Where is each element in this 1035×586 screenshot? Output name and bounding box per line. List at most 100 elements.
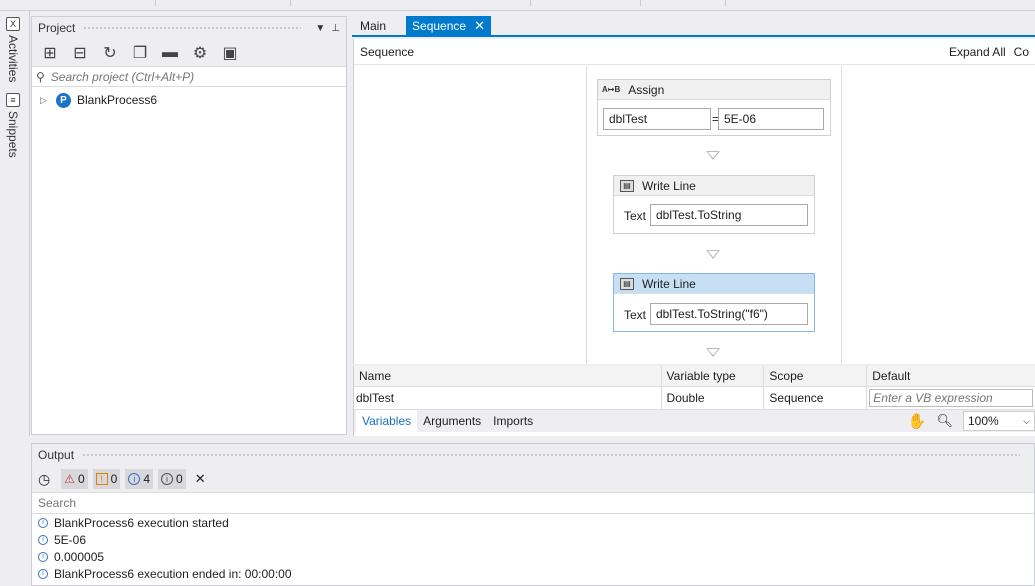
variables-tabbar: Variables Arguments Imports ✋ 🔍︎ 100% ⌵ (354, 410, 1035, 432)
output-panel-header: Output (32, 444, 1034, 466)
list-item[interactable]: i BlankProcess6 execution ended in: 00:0… (32, 565, 1034, 582)
expand-all-link[interactable]: Expand All (949, 45, 1006, 59)
writeline-header-2: ▤ Write Line (614, 274, 814, 294)
output-panel: Output ◷ ⚠ 0 ! 0 i 4 i 0 ✕ i BlankProces… (31, 443, 1035, 586)
pin-icon[interactable]: ⊥ (331, 23, 340, 34)
search-icon: ⚲ (36, 69, 45, 84)
collapse-all-link[interactable]: Co (1014, 45, 1029, 59)
table-row[interactable]: dblTest Double Sequence (354, 387, 1035, 410)
tab-imports[interactable]: Imports (487, 410, 539, 432)
warning-icon: ! (95, 473, 108, 485)
writeline-icon: ▤ (620, 277, 634, 290)
info-icon: i (38, 517, 48, 528)
list-item[interactable]: i BlankProcess6 execution started (32, 514, 1034, 531)
info-icon: i (38, 551, 48, 562)
activities-tab[interactable]: X Activities (6, 17, 20, 82)
designer-tabs: Main Sequence ✕ (352, 16, 1035, 37)
zoom-select[interactable]: 100% ⌵ (963, 411, 1035, 431)
variables-header-row: Name Variable type Scope Default (354, 366, 1035, 387)
output-search-input[interactable] (38, 496, 638, 510)
close-icon[interactable]: ✕ (474, 18, 485, 34)
col-header-default[interactable]: Default (867, 366, 1035, 386)
info-filter-button[interactable]: i 4 (125, 469, 154, 489)
clear-icon[interactable]: ✕ (195, 471, 206, 487)
col-header-type[interactable]: Variable type (662, 366, 765, 386)
refresh-icon[interactable]: ↻ (100, 43, 120, 63)
output-search (32, 492, 1034, 514)
project-panel: Project ▼ ⊥ ⊞ ⊟ ↻ ❐ ▬ ⚙ ▣ ⚲ ▷ P BlankPro… (31, 16, 347, 435)
chevron-down-icon: ⌵ (1023, 415, 1030, 426)
writeline-activity-2[interactable]: ▤ Write Line Text dblTest.ToString("f6") (613, 273, 815, 332)
output-title: Output (38, 448, 75, 462)
tree-item-label: BlankProcess6 (77, 93, 158, 107)
project-title: Project (38, 21, 76, 35)
top-strip (0, 0, 1035, 11)
zoom-icon[interactable]: 🔍︎ (936, 413, 953, 429)
panel-grip[interactable] (82, 452, 1020, 458)
col-header-scope[interactable]: Scope (764, 366, 868, 386)
list-item[interactable]: i 0.000005 (32, 548, 1034, 565)
project-search-input[interactable] (50, 69, 311, 84)
info-icon: i (38, 534, 48, 545)
error-icon: ⚠ (64, 472, 75, 486)
output-toolbar: ◷ ⚠ 0 ! 0 i 4 i 0 ✕ (32, 466, 1034, 492)
var-type-cell[interactable]: Double (662, 387, 765, 409)
panel-grip[interactable] (83, 25, 302, 31)
text-label: Text (624, 209, 647, 223)
var-default-cell (867, 387, 1035, 409)
trace-icon: i (161, 473, 174, 485)
drop-arrow-icon (706, 348, 720, 357)
writeline-text-field-2[interactable]: dblTest.ToString("f6") (650, 303, 808, 325)
assign-activity[interactable]: A↦B Assign dblTest = 5E-06 (597, 79, 831, 136)
screen-icon[interactable]: ▣ (220, 43, 240, 63)
assign-header: A↦B Assign (598, 80, 830, 100)
activities-icon: X (6, 17, 20, 31)
variables-panel: Name Variable type Scope Default dblTest… (353, 366, 1035, 436)
assign-value-field[interactable]: 5E-06 (718, 108, 824, 130)
assign-icon: A↦B (602, 85, 621, 94)
info-icon: i (128, 473, 141, 485)
tab-sequence[interactable]: Sequence ✕ (406, 16, 491, 35)
writeline-text-field-1[interactable]: dblTest.ToString (650, 204, 808, 226)
list-item[interactable]: i 5E-06 (32, 531, 1034, 548)
tab-arguments[interactable]: Arguments (417, 410, 487, 432)
gear-icon[interactable]: ⚙ (190, 43, 210, 63)
process-icon: P (56, 92, 71, 108)
var-name-cell[interactable]: dblTest (354, 387, 662, 409)
trace-filter-button[interactable]: i 0 (158, 469, 186, 489)
copy-icon[interactable]: ❐ (130, 43, 150, 63)
drop-arrow-icon (706, 250, 720, 259)
assign-to-field[interactable]: dblTest (603, 108, 711, 130)
project-toolbar: ⊞ ⊟ ↻ ❐ ▬ ⚙ ▣ (32, 39, 346, 67)
text-label: Text (624, 308, 647, 322)
tree-item-root[interactable]: ▷ P BlankProcess6 (32, 89, 346, 111)
sequence-canvas: A↦B Assign dblTest = 5E-06 ▤ Write Line … (586, 66, 842, 364)
drop-arrow-icon (706, 151, 720, 160)
collapse-all-icon[interactable]: ⊟ (70, 43, 90, 63)
side-strip: X Activities ≡ Snippets (0, 11, 30, 436)
project-panel-header: Project ▼ ⊥ (32, 17, 346, 39)
snippets-tab[interactable]: ≡ Snippets (6, 93, 20, 158)
warnings-filter-button[interactable]: ! 0 (92, 469, 121, 489)
errors-filter-button[interactable]: ⚠ 0 (61, 469, 88, 489)
project-search: ⚲ (32, 67, 346, 87)
tab-variables[interactable]: Variables (356, 410, 418, 432)
var-scope-cell[interactable]: Sequence (764, 387, 868, 409)
clock-icon[interactable]: ◷ (38, 471, 50, 488)
breadcrumb-item[interactable]: Sequence (360, 45, 414, 59)
snippets-icon: ≡ (6, 93, 20, 107)
tab-main[interactable]: Main (354, 16, 392, 35)
hand-icon[interactable]: ✋ (908, 412, 927, 430)
designer-surface: Sequence Expand All Co A↦B Assign dblTes… (353, 39, 1035, 364)
writeline-icon: ▤ (620, 179, 634, 192)
expand-arrow-icon[interactable]: ▷ (40, 95, 54, 106)
expand-all-icon[interactable]: ⊞ (40, 43, 60, 63)
dropdown-icon[interactable]: ▼ (315, 23, 325, 34)
writeline-header-1: ▤ Write Line (614, 176, 814, 196)
writeline-activity-1[interactable]: ▤ Write Line Text dblTest.ToString (613, 175, 815, 234)
info-icon: i (38, 568, 48, 579)
var-default-input[interactable] (869, 389, 1034, 407)
breadcrumb: Sequence Expand All Co (354, 39, 1035, 65)
col-header-name[interactable]: Name (354, 366, 662, 386)
folder-icon[interactable]: ▬ (160, 43, 180, 63)
